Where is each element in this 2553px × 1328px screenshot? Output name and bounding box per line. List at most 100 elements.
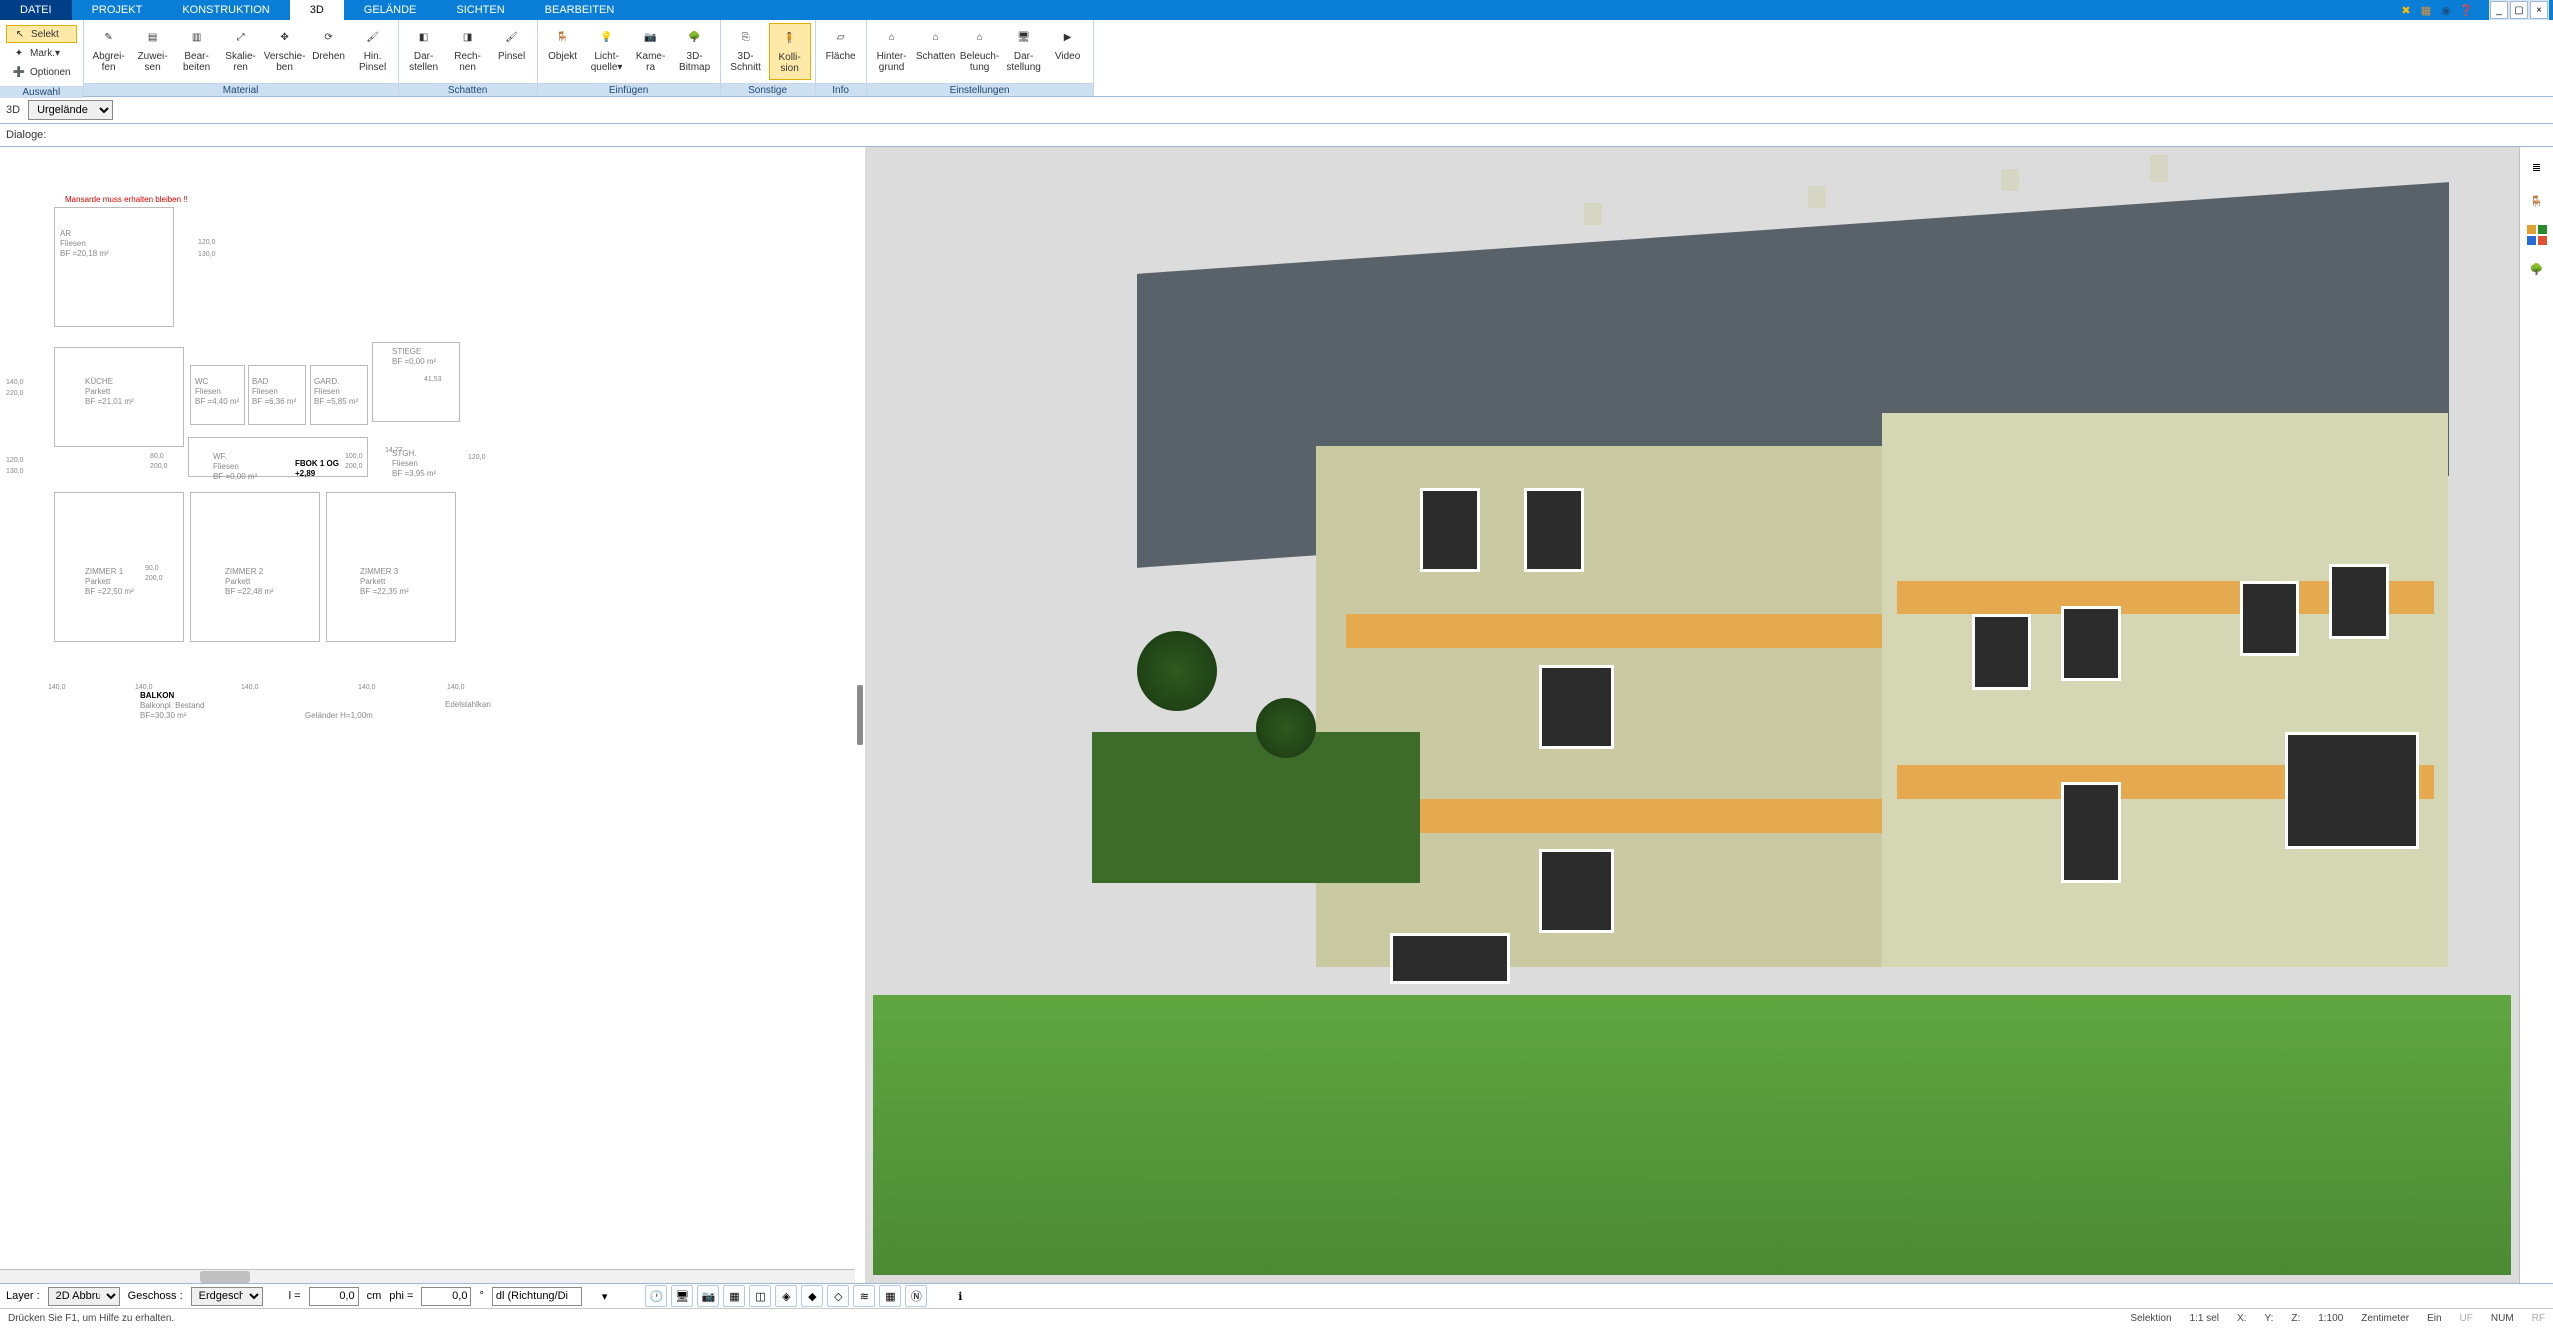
lichtquelle-button[interactable]: 💡Licht- quelle▾ [586,23,628,80]
zuweisen-button[interactable]: ▤Zuwei- sen [132,23,174,80]
menu-3d[interactable]: 3D [290,0,344,20]
l-input[interactable] [309,1287,359,1306]
pane-splitter[interactable] [855,147,865,1283]
darstellen-button[interactable]: ◧Dar- stellen [403,23,445,80]
help-icon[interactable]: ❓ [2459,3,2473,17]
kollision-button[interactable]: 🧍Kolli- sion [769,23,811,80]
layers2-icon[interactable]: ▦ [723,1285,745,1307]
optionen-button[interactable]: ➕Optionen [6,63,77,81]
person-icon: 🧍 [778,26,802,50]
bearbeiten-button[interactable]: ▥Bear- beiten [176,23,218,80]
maximize-button[interactable]: ▢ [2510,1,2528,19]
rechnen-button[interactable]: ◨Rech- nen [447,23,489,80]
tool-icon-1[interactable]: ✖ [2399,3,2413,17]
globe-icon[interactable]: ◉ [2439,3,2453,17]
furniture-icon[interactable]: 🪑 [2525,189,2549,213]
minimize-button[interactable]: _ [2490,1,2508,19]
drehen-button[interactable]: ⟳Drehen [308,23,350,80]
group-label-schatten: Schatten [399,83,537,96]
group-label-einfuegen: Einfügen [538,83,720,96]
house2-icon: ⌂ [924,25,948,49]
menu-datei[interactable]: DATEI [0,0,72,20]
group-label-auswahl: Auswahl [0,86,83,98]
house3-icon: ⌂ [968,25,992,49]
mark-button[interactable]: ✦Mark. ▾ [6,44,77,62]
pinsel-button[interactable]: 🖌Pinsel [491,23,533,80]
palette-icon[interactable] [2525,223,2549,247]
north-icon[interactable]: Ⓝ [905,1285,927,1307]
menu-konstruktion[interactable]: KONSTRUKTION [162,0,289,20]
viewport-3d[interactable] [873,155,2511,1275]
floorplan-pane[interactable]: Mansarde muss erhalten bleiben !! ARFlie… [0,147,855,1283]
camera2-icon[interactable]: 📷 [697,1285,719,1307]
geschoss-label: Geschoss : [128,1290,183,1302]
phi-input[interactable] [421,1287,471,1306]
schatten2-button[interactable]: ⌂Schatten [915,23,957,80]
main-area: Mansarde muss erhalten bleiben !! ARFlie… [0,147,2553,1283]
mark-icon: ✦ [12,46,26,60]
darstellung-button[interactable]: 🖥Dar- stellung [1003,23,1045,80]
abgreifen-button[interactable]: ✎Abgrei- fen [88,23,130,80]
beleuchtung-button[interactable]: ⌂Beleuch- tung [959,23,1001,80]
dl-input[interactable] [492,1287,582,1306]
box-icon[interactable]: ▦ [2419,3,2433,17]
move-icon: ✥ [273,25,297,49]
menu-gelaende[interactable]: GELÄNDE [344,0,437,20]
status-z: Z: [2291,1313,2300,1324]
shaded-icon[interactable]: ◆ [801,1285,823,1307]
floorplan-scrollbar[interactable] [0,1269,855,1283]
video-button[interactable]: ▶Video [1047,23,1089,80]
dialoge-label: Dialoge: [6,129,46,141]
selekt-button[interactable]: ↖Selekt [6,25,77,43]
edit-icon: ▥ [185,25,209,49]
ribbon-group-einstellungen: ⌂Hinter- grund ⌂Schatten ⌂Beleuch- tung … [867,20,1094,96]
ribbon-group-einfuegen: 🪑Objekt 💡Licht- quelle▾ 📷Kame- ra 🌳3D- B… [538,20,721,96]
menu-bearbeiten[interactable]: BEARBEITEN [525,0,635,20]
status-ein: Ein [2427,1313,2441,1324]
verschieben-button[interactable]: ✥Verschie- ben [264,23,306,80]
mode-label: 3D [6,104,20,116]
scale-icon: ⤢ [229,25,253,49]
ribbon-group-schatten: ◧Dar- stellen ◨Rech- nen 🖌Pinsel Schatte… [399,20,538,96]
solid-icon[interactable]: ◇ [827,1285,849,1307]
help-hint: Drücken Sie F1, um Hilfe zu erhalten. [8,1313,174,1324]
skalieren-button[interactable]: ⤢Skalie- ren [220,23,262,80]
objekt-button[interactable]: 🪑Objekt [542,23,584,80]
bitmap-button[interactable]: 🌳3D- Bitmap [674,23,716,80]
box2-icon[interactable]: ◫ [749,1285,771,1307]
wireframe-icon[interactable]: ◈ [775,1285,797,1307]
layers3-icon[interactable]: ≋ [853,1285,875,1307]
dl-dropdown[interactable]: ▾ [602,1290,608,1303]
window-controls: _ ▢ × [2489,0,2549,20]
kamera-button[interactable]: 📷Kame- ra [630,23,672,80]
flaeche-button[interactable]: ▱Fläche [820,23,862,80]
hintergrund-button[interactable]: ⌂Hinter- grund [871,23,913,80]
schnitt-button[interactable]: ⎘3D- Schnitt [725,23,767,80]
menu-bar: DATEI PROJEKT KONSTRUKTION 3D GELÄNDE SI… [0,0,2553,20]
cursor-icon: ↖ [13,27,27,41]
clock-icon[interactable]: 🕐 [645,1285,667,1307]
layers-icon[interactable]: ≣ [2525,155,2549,179]
phi-label: phi = [389,1290,413,1302]
grid-icon[interactable]: ▦ [879,1285,901,1307]
house-icon: ⌂ [880,25,904,49]
geschoss-select[interactable]: Erdgeschos [191,1287,263,1306]
hinpinsel-button[interactable]: 🖌Hin. Pinsel [352,23,394,80]
status-y: Y: [2264,1313,2273,1324]
menu-projekt[interactable]: PROJEKT [72,0,163,20]
ribbon: ↖Selekt ✦Mark. ▾ ➕Optionen Auswahl ✎Abgr… [0,20,2553,97]
menu-sichten[interactable]: SICHTEN [436,0,524,20]
view-tool-cluster: 🕐 🖥 📷 ▦ ◫ ◈ ◆ ◇ ≋ ▦ Ⓝ ℹ [645,1285,971,1307]
info2-icon[interactable]: ℹ [949,1285,971,1307]
status-sel: 1:1 sel [2190,1313,2219,1324]
viewport-3d-pane[interactable] [865,147,2519,1283]
mode-select[interactable]: Urgelände [28,100,113,120]
ribbon-group-auswahl: ↖Selekt ✦Mark. ▾ ➕Optionen Auswahl [0,20,84,96]
cube-icon: ◧ [412,25,436,49]
close-button[interactable]: × [2530,1,2548,19]
l-label: l = [289,1290,301,1302]
tree-tool-icon[interactable]: 🌳 [2525,257,2549,281]
layer-select[interactable]: 2D Abbruch [48,1287,120,1306]
brush2-icon: 🖌 [500,25,524,49]
monitor-icon[interactable]: 🖥 [671,1285,693,1307]
